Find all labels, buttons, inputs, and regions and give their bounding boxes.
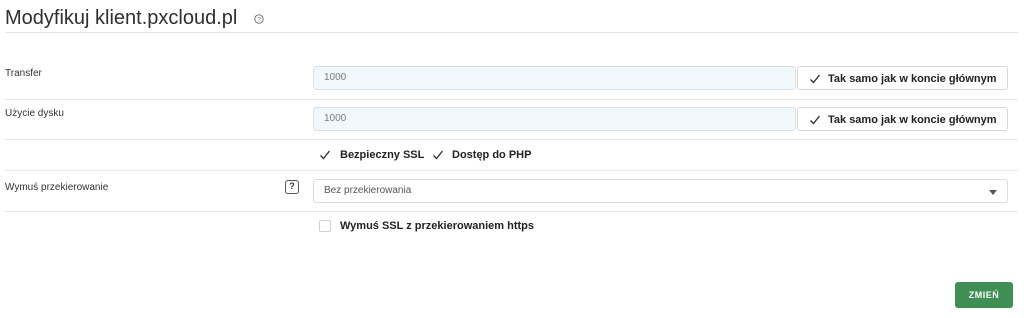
redirect-label: Wymuś przekierowanie — [5, 182, 109, 193]
disk-same-as-main-label: Tak samo jak w koncie głównym — [828, 114, 997, 126]
transfer-same-as-main-label: Tak samo jak w koncie głównym — [828, 73, 997, 85]
page-header: Modyfikuj klient.pxcloud.pl ? — [5, 6, 1018, 33]
transfer-input[interactable]: 1000 — [313, 66, 796, 90]
secure-ssl-label[interactable]: Bezpieczny SSL — [340, 148, 424, 162]
ssl-check-icon[interactable] — [319, 149, 331, 161]
check-icon — [810, 115, 821, 125]
check-icon — [810, 74, 821, 84]
disk-same-as-main-checkbox[interactable]: Tak samo jak w koncie głównym — [797, 107, 1008, 131]
php-check-icon[interactable] — [432, 149, 444, 161]
redirect-select[interactable]: Bez przekierowania — [313, 179, 1008, 203]
disk-usage-input[interactable]: 1000 — [313, 107, 796, 131]
php-access-label[interactable]: Dostęp do PHP — [452, 148, 531, 162]
force-ssl-label[interactable]: Wymuś SSL z przekierowaniem https — [340, 219, 534, 233]
force-ssl-checkbox[interactable] — [319, 220, 331, 232]
transfer-label: Transfer — [5, 68, 42, 79]
submit-button[interactable]: ZMIEŃ — [955, 282, 1013, 308]
disk-label: Użycie dysku — [5, 108, 64, 119]
chevron-down-icon — [989, 190, 997, 195]
svg-text:?: ? — [257, 16, 261, 23]
redirect-help-icon[interactable]: ? — [285, 180, 299, 194]
question-circle-icon[interactable]: ? — [254, 14, 264, 24]
transfer-same-as-main-checkbox[interactable]: Tak samo jak w koncie głównym — [797, 66, 1008, 90]
page-title: Modyfikuj klient.pxcloud.pl — [5, 7, 238, 29]
redirect-selected-value: Bez przekierowania — [324, 185, 412, 196]
